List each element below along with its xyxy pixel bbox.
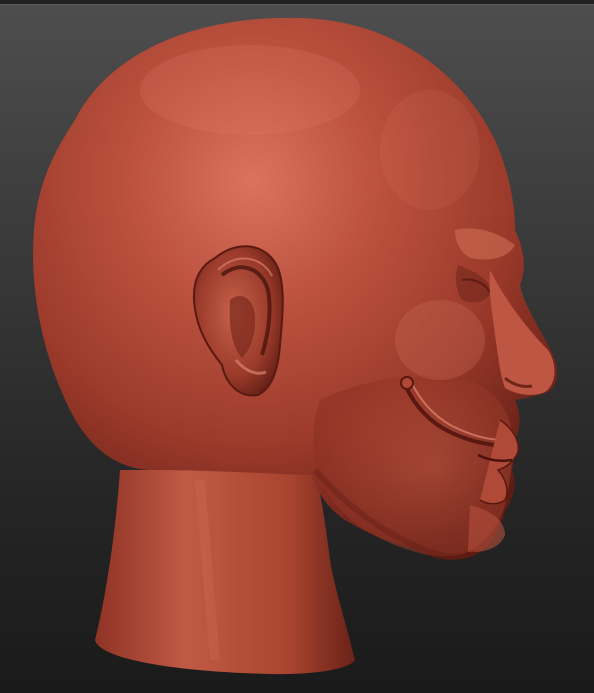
scar-knot bbox=[400, 376, 414, 390]
cheek bbox=[395, 300, 485, 380]
skull-highlight bbox=[140, 45, 360, 135]
forehead-highlight bbox=[380, 90, 480, 210]
sculpted-head-model[interactable] bbox=[0, 0, 594, 693]
neck bbox=[95, 470, 355, 675]
3d-viewport[interactable] bbox=[0, 0, 594, 693]
